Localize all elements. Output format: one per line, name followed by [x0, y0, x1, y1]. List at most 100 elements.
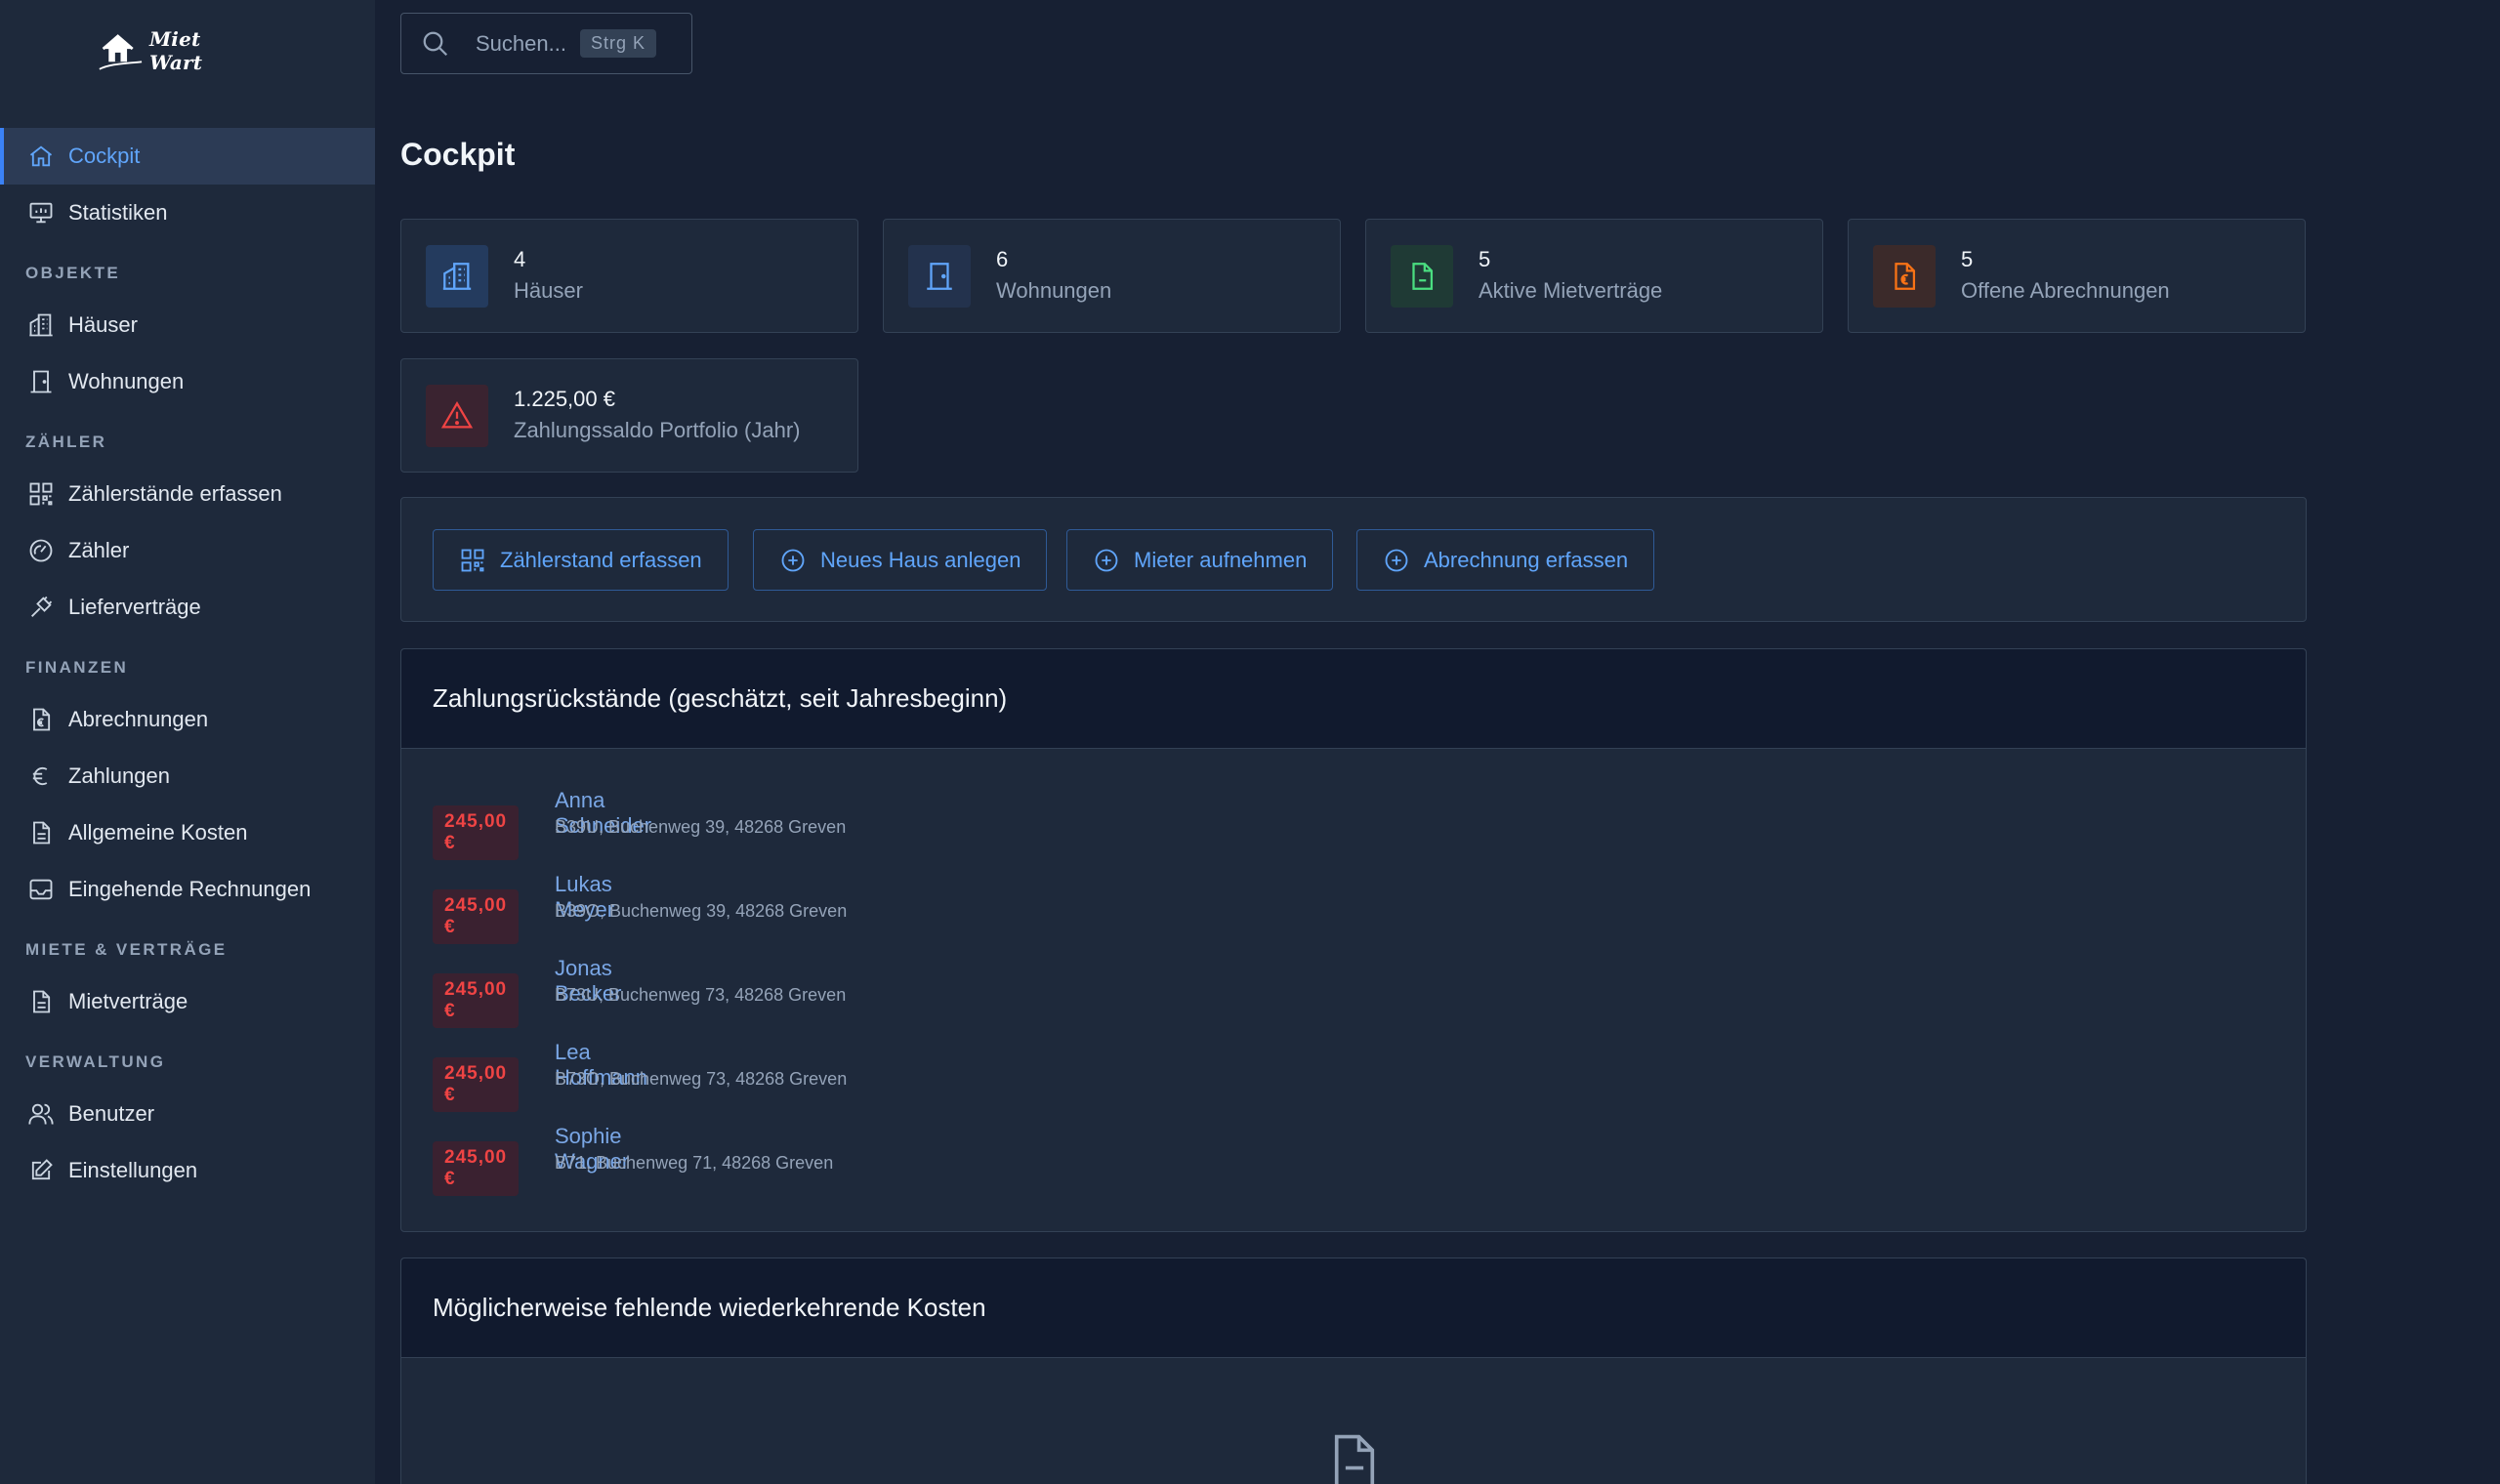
sidebar-item-benutzer[interactable]: Benutzer — [0, 1086, 375, 1142]
presentation-chart-icon — [29, 202, 53, 224]
document-icon — [33, 990, 51, 1013]
section-label-verwaltung: VERWALTUNG — [25, 1052, 166, 1071]
sidebar-item-label: Lieferverträge — [68, 595, 201, 619]
sidebar-item-statistiken[interactable]: Statistiken — [0, 185, 375, 241]
sidebar-nav: Cockpit Statistiken OBJEKTE Häuser Wohnu… — [0, 128, 375, 1199]
tenant-address: B39U, Buchenweg 39, 48268 Greven — [555, 817, 847, 837]
sidebar-item-haeuser[interactable]: Häuser — [0, 297, 375, 353]
panel-title: Zahlungsrückstände (geschätzt, seit Jahr… — [401, 649, 2306, 749]
section-label-miete-vertraege: MIETE & VERTRÄGE — [25, 940, 228, 959]
sidebar-item-abrechnungen[interactable]: Abrechnungen — [0, 691, 375, 748]
sidebar-item-label: Statistiken — [68, 200, 168, 225]
stat-icon-badge — [426, 245, 488, 308]
gauge-icon — [29, 539, 53, 562]
tenant-address: B39O, Buchenweg 39, 48268 Greven — [555, 901, 848, 921]
sidebar-item-label: Einstellungen — [68, 1158, 198, 1182]
zaehlerstand-erfassen-button[interactable]: Zählerstand erfassen — [433, 529, 729, 591]
logo-text: Miet Wart — [148, 27, 203, 74]
missing-recurring-costs-panel: Möglicherweise fehlende wiederkehrende K… — [400, 1257, 2307, 1484]
stat-card-aktive-mietvertraege[interactable]: 5 Aktive Mietverträge — [1365, 219, 1823, 333]
stat-icon-badge — [426, 385, 488, 447]
door-icon — [927, 263, 952, 290]
qr-grid-icon — [29, 482, 53, 506]
inbox-icon — [29, 879, 53, 900]
stat-card-offene-abrechnungen[interactable]: 5 Offene Abrechnungen — [1848, 219, 2306, 333]
stat-card-wohnungen[interactable]: 6 Wohnungen — [883, 219, 1341, 333]
sidebar-item-eingehende-rechnungen[interactable]: Eingehende Rechnungen — [0, 861, 375, 918]
sidebar-item-label: Mietverträge — [68, 989, 188, 1013]
stat-icon-badge — [1873, 245, 1936, 308]
sidebar-item-einstellungen[interactable]: Einstellungen — [0, 1142, 375, 1199]
sidebar-item-allgemeine-kosten[interactable]: Allgemeine Kosten — [0, 804, 375, 861]
home-icon — [29, 145, 53, 167]
sidebar-item-label: Zählerstände erfassen — [68, 481, 282, 506]
document-icon — [33, 821, 51, 845]
edit-icon — [31, 1159, 53, 1180]
tenant-address: B73U, Buchenweg 73, 48268 Greven — [555, 985, 847, 1005]
section-label-finanzen: FINANZEN — [25, 658, 129, 677]
amount-badge: 245,00 € — [433, 1141, 520, 1196]
qr-grid-icon — [461, 549, 484, 571]
section-label-zaehler: ZÄHLER — [25, 433, 107, 451]
stat-value: 5 — [1961, 247, 1974, 271]
button-label: Mieter aufnehmen — [1134, 547, 1308, 572]
stat-label: Offene Abrechnungen — [1961, 278, 2170, 303]
sidebar-item-zahlungen[interactable]: Zahlungen — [0, 748, 375, 804]
panel-title: Möglicherweise fehlende wiederkehrende K… — [401, 1258, 2306, 1358]
section-label-objekte: OBJEKTE — [25, 264, 121, 282]
stat-card-zahlungssaldo[interactable]: 1.225,00 € Zahlungssaldo Portfolio (Jahr… — [400, 358, 858, 473]
amount-badge: 245,00 € — [433, 973, 520, 1028]
search-icon — [423, 31, 448, 56]
plus-circle-icon — [1095, 549, 1118, 571]
payment-arrears-panel: Zahlungsrückstände (geschätzt, seit Jahr… — [400, 648, 2307, 1232]
search-shortcut-badge: Strg K — [579, 29, 656, 58]
sidebar-item-liefervertraege[interactable]: Lieferverträge — [0, 579, 375, 636]
plus-circle-icon — [1385, 549, 1408, 571]
house-logo-icon — [99, 34, 143, 70]
quick-actions-panel: Zählerstand erfassen Neues Haus anlegen … — [400, 497, 2307, 622]
stat-card-haeuser[interactable]: 4 Häuser — [400, 219, 858, 333]
sidebar-item-label: Abrechnungen — [68, 707, 209, 731]
stat-value: 5 — [1479, 247, 1491, 271]
euro-document-icon — [33, 708, 51, 731]
sidebar-item-label: Benutzer — [68, 1101, 155, 1126]
stat-label: Zahlungssaldo Portfolio (Jahr) — [514, 418, 801, 442]
sidebar-item-label: Wohnungen — [68, 369, 185, 393]
button-label: Abrechnung erfassen — [1424, 547, 1629, 572]
tenant-address: B73O, Buchenweg 73, 48268 Greven — [555, 1069, 848, 1089]
warning-icon — [440, 401, 474, 429]
sidebar-item-label: Cockpit — [68, 144, 141, 168]
sidebar-item-label: Häuser — [68, 312, 138, 337]
stat-icon-badge — [908, 245, 971, 308]
euro-icon — [32, 766, 48, 786]
plus-circle-icon — [781, 549, 805, 571]
door-icon — [30, 370, 52, 393]
document-icon — [1412, 263, 1434, 290]
sidebar-item-zaehler[interactable]: Zähler — [0, 522, 375, 579]
mieter-aufnehmen-button[interactable]: Mieter aufnehmen — [1066, 529, 1334, 591]
stat-label: Häuser — [514, 278, 583, 303]
app-logo[interactable]: Miet Wart — [98, 23, 254, 78]
tenant-address: B71, Buchenweg 71, 48268 Greven — [555, 1153, 834, 1173]
search-input[interactable]: Suchen... Strg K — [400, 13, 692, 74]
users-icon — [28, 1103, 54, 1125]
sidebar-item-label: Eingehende Rechnungen — [68, 877, 312, 901]
document-icon — [1334, 1434, 1375, 1484]
stat-value: 4 — [514, 247, 526, 271]
sidebar-item-wohnungen[interactable]: Wohnungen — [0, 353, 375, 410]
sidebar-item-label: Zahlungen — [68, 763, 170, 788]
abrechnung-erfassen-button[interactable]: Abrechnung erfassen — [1356, 529, 1655, 591]
button-label: Zählerstand erfassen — [500, 547, 702, 572]
sidebar-item-cockpit[interactable]: Cockpit — [0, 128, 375, 185]
sidebar-item-label: Zähler — [68, 538, 130, 562]
sidebar-item-mietvertraege[interactable]: Mietverträge — [0, 973, 375, 1030]
neues-haus-anlegen-button[interactable]: Neues Haus anlegen — [753, 529, 1048, 591]
stat-value: 6 — [996, 247, 1009, 271]
stat-value: 1.225,00 € — [514, 387, 615, 411]
stat-label: Wohnungen — [996, 278, 1112, 303]
sidebar-item-zaehlerstaende[interactable]: Zählerstände erfassen — [0, 466, 375, 522]
page-title: Cockpit — [400, 137, 516, 172]
button-label: Neues Haus anlegen — [820, 547, 1021, 572]
amount-badge: 245,00 € — [433, 889, 520, 944]
amount-badge: 245,00 € — [433, 1057, 520, 1112]
